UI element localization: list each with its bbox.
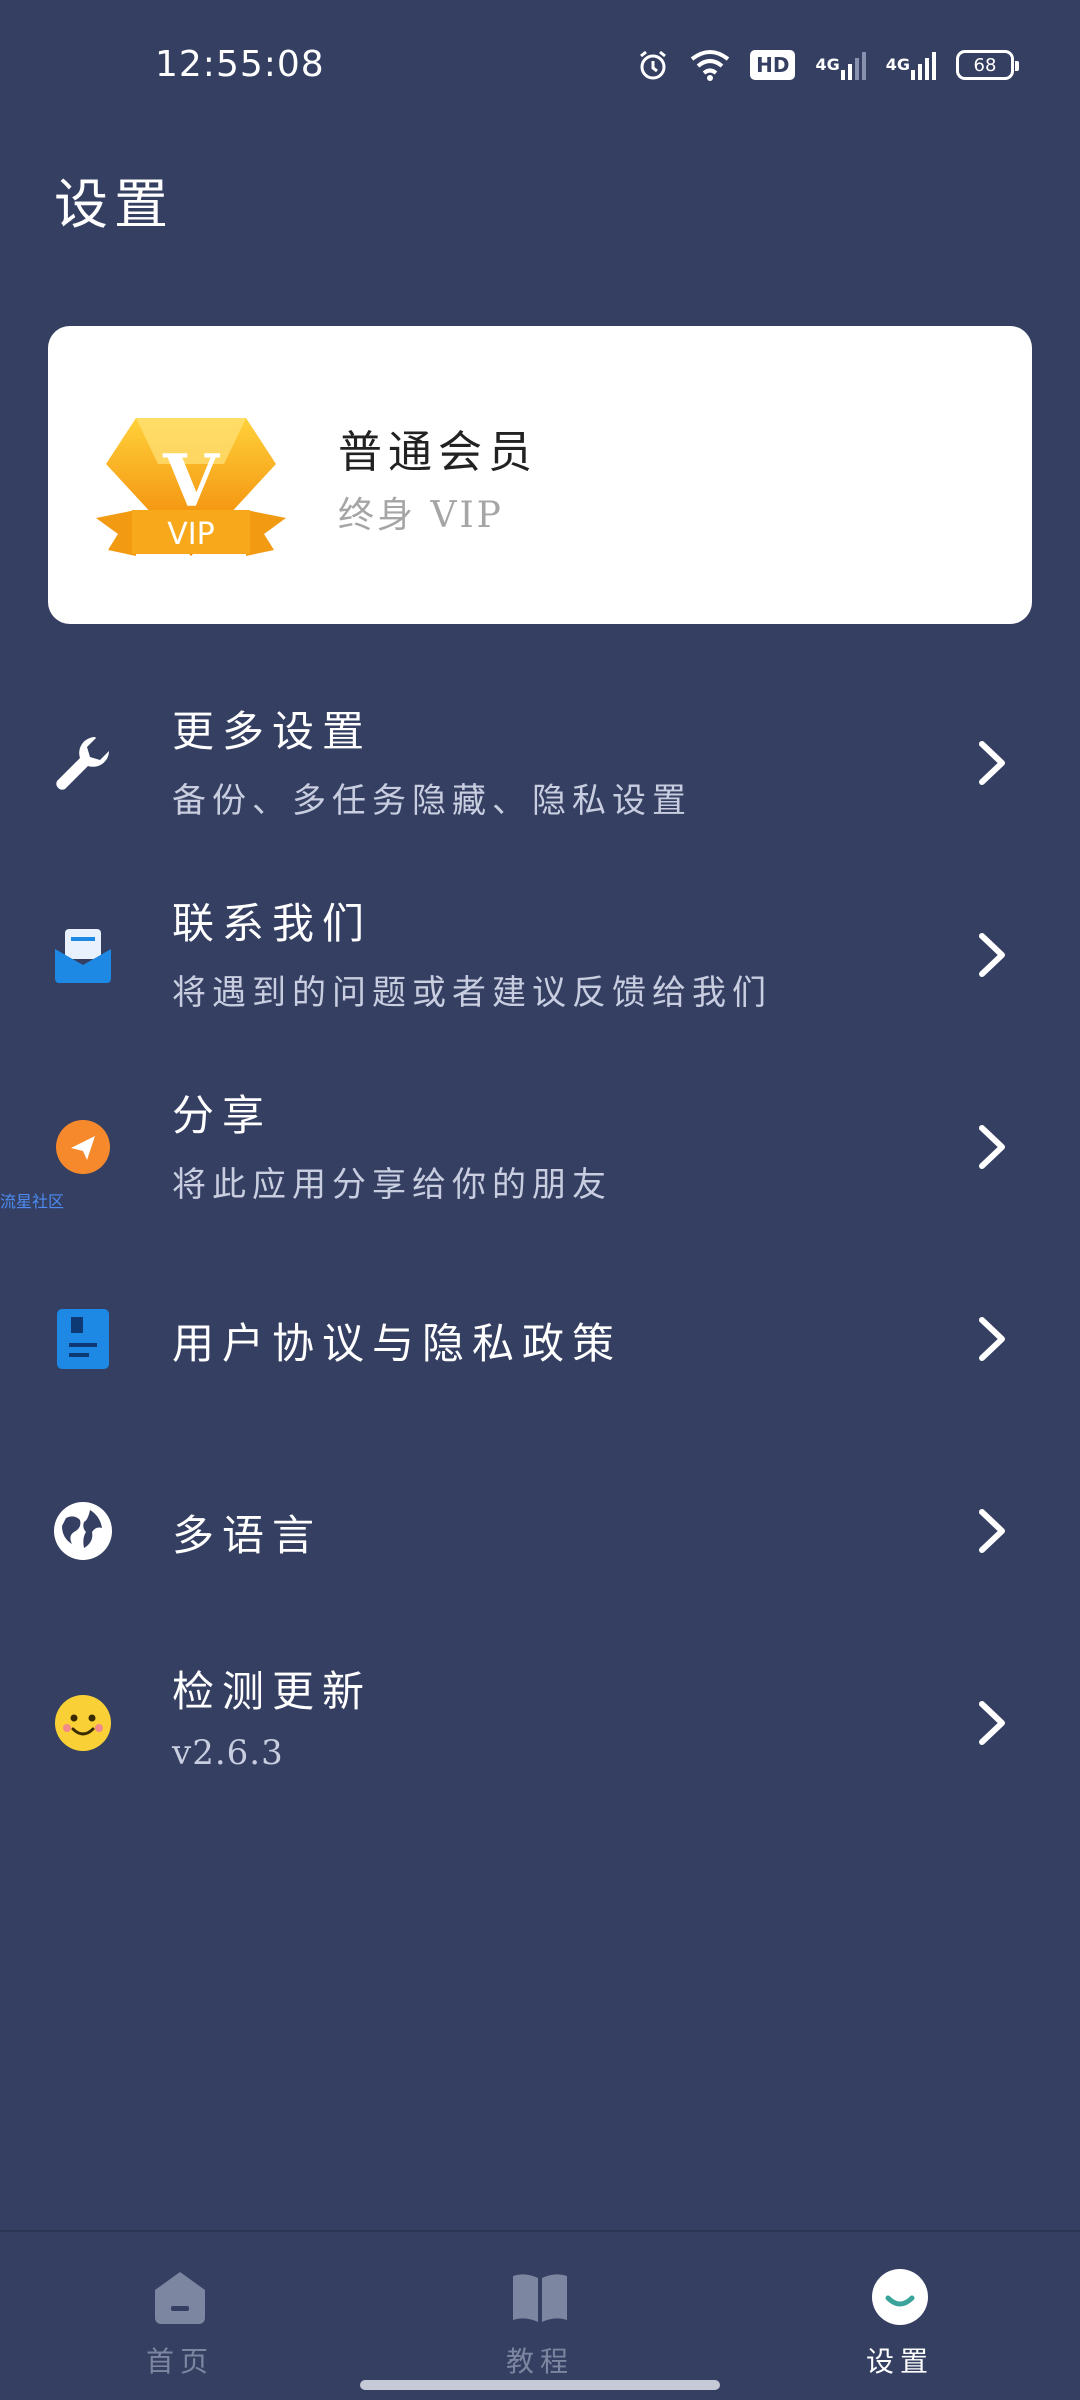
mail-icon [50, 922, 116, 988]
menu-desc: 将此应用分享给你的朋友 [172, 1165, 612, 1205]
net-label-2: 4G [885, 55, 910, 74]
nav-item-home[interactable]: 首页 [100, 2268, 260, 2388]
hd-badge: HD [750, 50, 796, 80]
wrench-icon [50, 730, 116, 796]
share-plane-icon [50, 1114, 116, 1180]
vip-subtitle: 终身 VIP [338, 495, 504, 536]
battery-icon: 68 [956, 50, 1019, 80]
menu-item-language[interactable]: 多语言 [0, 1438, 1080, 1628]
menu-title: 更多设置 [172, 707, 373, 756]
menu-title: 检测更新 [172, 1667, 373, 1716]
chevron-right-icon [979, 1317, 1005, 1361]
menu-title: 多语言 [172, 1511, 323, 1560]
vip-diamond-icon: V VIP [96, 406, 286, 566]
version-text: v2.6.3 [172, 1733, 284, 1773]
nav-item-settings[interactable]: 设置 [820, 2268, 980, 2388]
menu-title: 分享 [172, 1091, 273, 1140]
alarm-icon [636, 48, 670, 82]
bottom-nav: 首页 教程 设置 [0, 2230, 1080, 2400]
nav-label-home: 首页 [145, 2345, 214, 2378]
nav-item-tutorial[interactable]: 教程 [460, 2268, 620, 2388]
vip-title: 普通会员 [338, 427, 538, 478]
menu-item-more-settings[interactable]: 更多设置 备份、多任务隐藏、隐私设置 [0, 670, 1080, 860]
document-icon [50, 1306, 116, 1372]
smiley-icon [50, 1690, 116, 1756]
vip-ribbon-text: VIP [167, 517, 214, 552]
chevron-right-icon [979, 1509, 1005, 1553]
signal-4g-icon: 4G [815, 50, 866, 80]
chevron-right-icon [979, 741, 1005, 785]
menu-desc: 备份、多任务隐藏、隐私设置 [172, 781, 692, 821]
book-icon [511, 2268, 569, 2326]
settings-smile-icon [871, 2268, 929, 2326]
home-icon [151, 2268, 209, 2326]
page-title: 设置 [54, 173, 174, 236]
chevron-right-icon [979, 933, 1005, 977]
net-label-1: 4G [815, 55, 840, 74]
chevron-right-icon [979, 1125, 1005, 1169]
menu-title: 联系我们 [172, 899, 373, 948]
watermark-text: 流星社区 [0, 1192, 65, 1211]
home-indicator[interactable] [360, 2380, 720, 2390]
menu-title: 用户协议与隐私政策 [172, 1319, 623, 1368]
nav-label-settings: 设置 [865, 2345, 934, 2378]
status-bar: 12:55:08 HD 4G 4G 68 [0, 0, 1080, 130]
wifi-icon [690, 49, 730, 81]
chevron-right-icon [979, 1701, 1005, 1745]
menu-desc: 将遇到的问题或者建议反馈给我们 [172, 973, 772, 1013]
nav-label-tutorial: 教程 [505, 2345, 574, 2378]
globe-icon [50, 1498, 116, 1564]
menu-item-contact-us[interactable]: 联系我们 将遇到的问题或者建议反馈给我们 [0, 862, 1080, 1052]
menu-item-share[interactable]: 分享 将此应用分享给你的朋友 [0, 1054, 1080, 1244]
menu-item-check-update[interactable]: 检测更新 v2.6.3 [0, 1630, 1080, 1820]
status-icons: HD 4G 4G 68 [636, 48, 1019, 82]
menu-item-user-agreement[interactable]: 用户协议与隐私政策 [0, 1246, 1080, 1436]
signal-4g-icon-2: 4G [886, 50, 936, 80]
vip-card[interactable]: V VIP 普通会员 终身 VIP [48, 326, 1032, 624]
status-time: 12:55:08 [155, 44, 325, 85]
